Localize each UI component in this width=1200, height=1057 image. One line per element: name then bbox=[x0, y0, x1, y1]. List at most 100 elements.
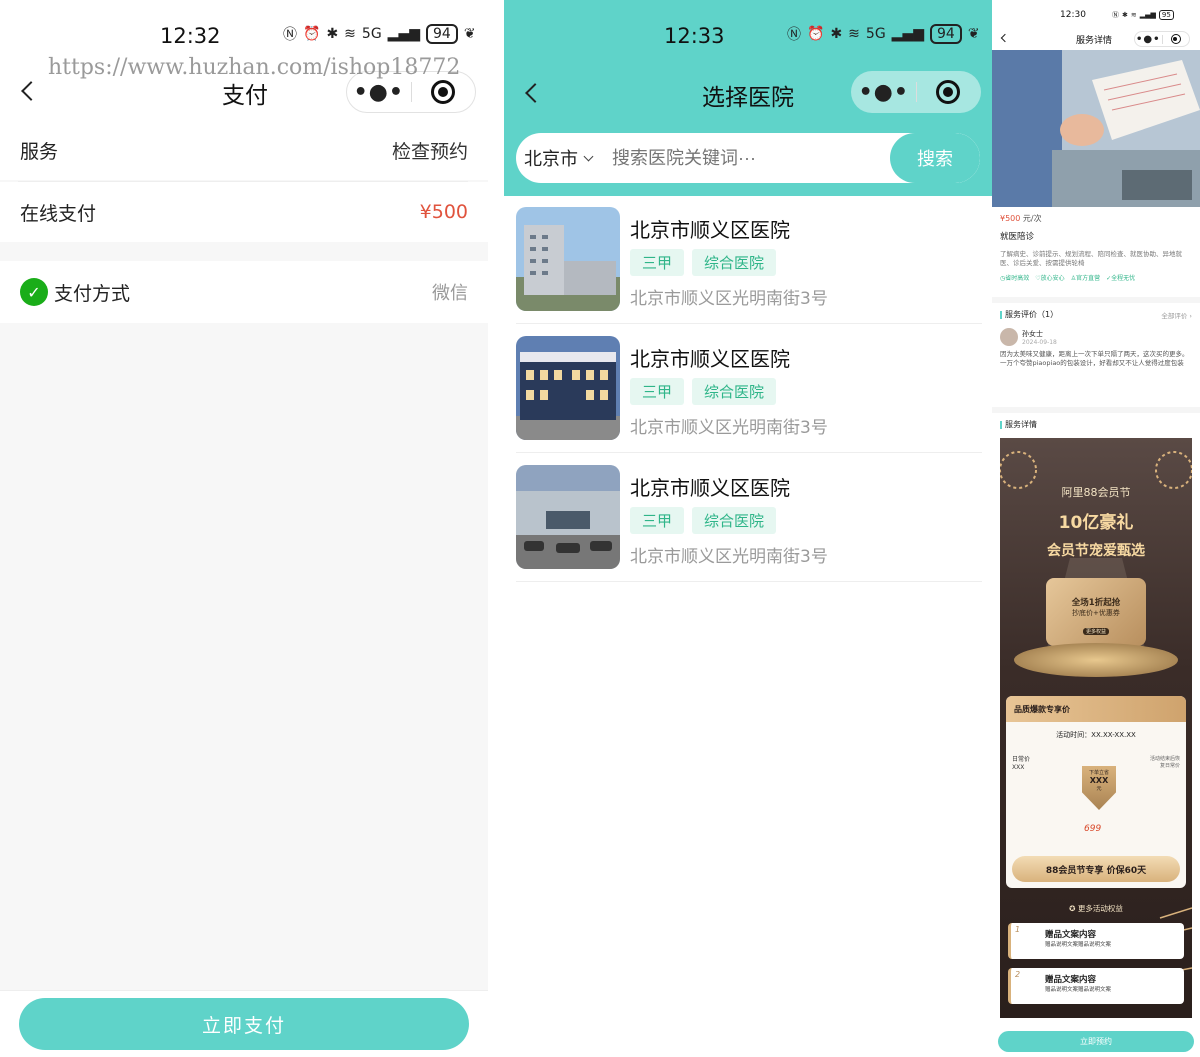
status-icons: Ⓝ ⏰ ✱ ≋ 5G ▂▄▆ 94 ❦ bbox=[283, 24, 476, 44]
target-icon bbox=[1170, 34, 1181, 44]
hospital-name: 北京市顺义区医院 bbox=[630, 347, 790, 371]
poster-brand: 阿里88会员节 bbox=[1061, 486, 1131, 499]
wifi-icon: ≋ bbox=[344, 26, 356, 42]
search-bar: 北京市 搜索 bbox=[516, 133, 980, 183]
signal-label: 5G bbox=[865, 26, 886, 42]
gift-desc: 赠品说明文案赠品说明文案 bbox=[1045, 942, 1112, 948]
nfc-icon: Ⓝ bbox=[283, 27, 297, 43]
watermark: https://www.huzhan.com/ishop18772 bbox=[48, 55, 461, 80]
gift-item: 2 赠品文案内容 赠品说明文案赠品说明文案 bbox=[1008, 968, 1184, 1004]
hospital-photo bbox=[516, 465, 620, 569]
gift-number: 1 bbox=[1015, 925, 1021, 934]
tag-grade: 三甲 bbox=[630, 507, 685, 534]
service-hero-image bbox=[992, 50, 1200, 207]
detail-header: 服务详情 bbox=[1000, 419, 1192, 430]
gift-item: 1 赠品文案内容 赠品说明文案赠品说明文案 bbox=[1008, 923, 1184, 959]
price-amount: ¥500 bbox=[1000, 214, 1021, 223]
hospital-card[interactable]: 北京市顺义区医院 三甲 综合医院 北京市顺义区光明南街3号 bbox=[516, 325, 982, 453]
gift-title: 赠品文案内容 bbox=[1045, 930, 1097, 940]
more-icon[interactable]: •●• bbox=[1135, 34, 1162, 45]
gift-title: 赠品文案内容 bbox=[1045, 975, 1097, 985]
save-arrow: 下单立省 XXX 元 bbox=[1082, 766, 1116, 810]
badge-item: ✓全程无忧 bbox=[1106, 275, 1136, 282]
price-box-title: 品质爆款专享价 bbox=[1006, 696, 1186, 722]
status-icons: Ⓝ ✱ ≋ ▂▄▆ 95 bbox=[1112, 10, 1174, 20]
status-bar: 12:32 Ⓝ ⏰ ✱ ≋ 5G ▂▄▆ 94 ❦ bbox=[0, 0, 488, 62]
signal-icon: ▂▄▆ bbox=[1139, 11, 1156, 19]
badge-item: ♙官方直营 bbox=[1070, 275, 1101, 282]
tag-type: 综合医院 bbox=[692, 507, 777, 534]
service-badges: ◷省时高效 ♡放心安心 ♙官方直营 ✓全程无忧 bbox=[1000, 273, 1192, 282]
hospital-tags: 三甲 综合医院 bbox=[630, 507, 777, 534]
all-reviews-link[interactable]: 全部评价 › bbox=[1161, 310, 1192, 320]
target-icon bbox=[936, 80, 961, 104]
signal-icon: ▂▄▆ bbox=[891, 26, 924, 42]
battery-icon: 94 bbox=[929, 24, 962, 44]
payment-method-row[interactable]: ✓ 支付方式 微信 bbox=[0, 261, 488, 323]
detail-title: 服务详情 bbox=[1000, 419, 1037, 430]
price-box: 品质爆款专享价 活动时间：XX.XX-XX.XX 日常价 XXX 活动结束后恢复日… bbox=[1006, 696, 1186, 888]
tag-type: 综合医院 bbox=[692, 249, 777, 276]
hospital-card[interactable]: 北京市顺义区医院 三甲 综合医院 北京市顺义区光明南街3号 bbox=[516, 454, 982, 582]
hospital-name: 北京市顺义区医院 bbox=[630, 218, 790, 242]
hospital-photo bbox=[516, 336, 620, 440]
payment-method: ✓ 支付方式 bbox=[20, 278, 130, 306]
status-bar: 12:30 Ⓝ ✱ ≋ ▂▄▆ 95 bbox=[992, 0, 1200, 30]
member-price-button: 88会员节专享 价保60天 bbox=[1012, 856, 1180, 882]
review-user: 孙女士 2024-09-18 bbox=[1000, 328, 1192, 346]
alarm-icon: ⏰ bbox=[807, 26, 825, 42]
select-hospital-screen: 12:33 Ⓝ ⏰ ✱ ≋ 5G ▂▄▆ 94 ❦ 选择医院 •●• 北京市 搜… bbox=[504, 0, 992, 1057]
star-icon: ✪ bbox=[1069, 904, 1076, 913]
hospital-name: 北京市顺义区医院 bbox=[630, 476, 790, 500]
search-button[interactable]: 搜索 bbox=[890, 133, 980, 183]
service-price: ¥500 元/次 bbox=[1000, 213, 1192, 224]
signal-label: 5G bbox=[361, 26, 382, 42]
page-title: 支付 bbox=[222, 83, 268, 109]
promo-price: 699 bbox=[1084, 824, 1102, 834]
status-time: 12:33 bbox=[664, 24, 725, 48]
review-user-info: 孙女士 2024-09-18 bbox=[1022, 329, 1057, 346]
wechat-pay-icon: ✓ bbox=[20, 278, 48, 306]
tag-grade: 三甲 bbox=[630, 249, 685, 276]
restore-price-note: 活动结束后恢复日常价 bbox=[1149, 756, 1180, 769]
mini-program-capsule: •●• bbox=[851, 71, 981, 113]
online-pay-row: 在线支付 ¥500 bbox=[0, 182, 488, 242]
detail-section: 服务详情 阿里88会员节 10亿豪礼 会员节宠爱甄选 全场1折起抢 抄底价+优惠… bbox=[992, 413, 1200, 1025]
status-time: 12:32 bbox=[160, 24, 221, 48]
hospital-address: 北京市顺义区光明南街3号 bbox=[630, 418, 828, 438]
target-icon bbox=[431, 80, 456, 104]
status-time: 12:30 bbox=[1060, 10, 1086, 20]
poster-card-tag: 更多权益 bbox=[1082, 628, 1109, 635]
hospital-address: 北京市顺义区光明南街3号 bbox=[630, 289, 828, 309]
tag-type: 综合医院 bbox=[692, 378, 777, 405]
battery-icon: 94 bbox=[425, 24, 458, 44]
book-now-button[interactable]: 立即预约 bbox=[998, 1031, 1194, 1052]
price-unit: 元/次 bbox=[1022, 214, 1042, 223]
hospital-address: 北京市顺义区光明南街3号 bbox=[630, 547, 828, 567]
chevron-down-icon bbox=[583, 151, 594, 161]
poster-card-title: 全场1折起抢 bbox=[1071, 598, 1121, 608]
city-label: 北京市 bbox=[524, 149, 578, 170]
daily-price: 日常价 XXX bbox=[1012, 756, 1031, 771]
gift-number: 2 bbox=[1015, 970, 1021, 979]
hospital-card[interactable]: 北京市顺义区医院 三甲 综合医院 北京市顺义区光明南街3号 bbox=[516, 196, 982, 324]
hospital-tags: 三甲 综合医院 bbox=[630, 249, 777, 276]
payment-screen: 12:32 Ⓝ ⏰ ✱ ≋ 5G ▂▄▆ 94 ❦ 支付 •●• https:/… bbox=[0, 0, 488, 1057]
close-mini-program-button[interactable] bbox=[412, 80, 476, 104]
leaf-icon: ❦ bbox=[463, 26, 476, 42]
mini-program-capsule: •●• bbox=[1134, 31, 1190, 47]
review-text: 因为太美味又健康，距离上一次下单只隔了两天，这次买的更多。一万个夸赞piaopi… bbox=[1000, 350, 1189, 367]
poster-headline: 10亿豪礼 bbox=[1058, 513, 1134, 533]
more-icon[interactable]: •●• bbox=[347, 80, 411, 105]
activity-time: 活动时间：XX.XX-XX.XX bbox=[1056, 731, 1136, 739]
poster-card: 全场1折起抢 抄底价+优惠券 更多权益 bbox=[1046, 578, 1146, 646]
city-selector[interactable]: 北京市 bbox=[516, 145, 606, 171]
close-mini-program-button[interactable] bbox=[917, 80, 981, 104]
pay-now-button[interactable]: 立即支付 bbox=[19, 998, 469, 1050]
close-mini-program-button[interactable] bbox=[1162, 34, 1189, 44]
wifi-icon: ≋ bbox=[848, 26, 860, 42]
more-icon[interactable]: •●• bbox=[852, 80, 916, 105]
search-input[interactable] bbox=[606, 147, 890, 169]
battery-icon: 95 bbox=[1158, 10, 1174, 20]
page-title: 服务详情 bbox=[1076, 36, 1113, 46]
